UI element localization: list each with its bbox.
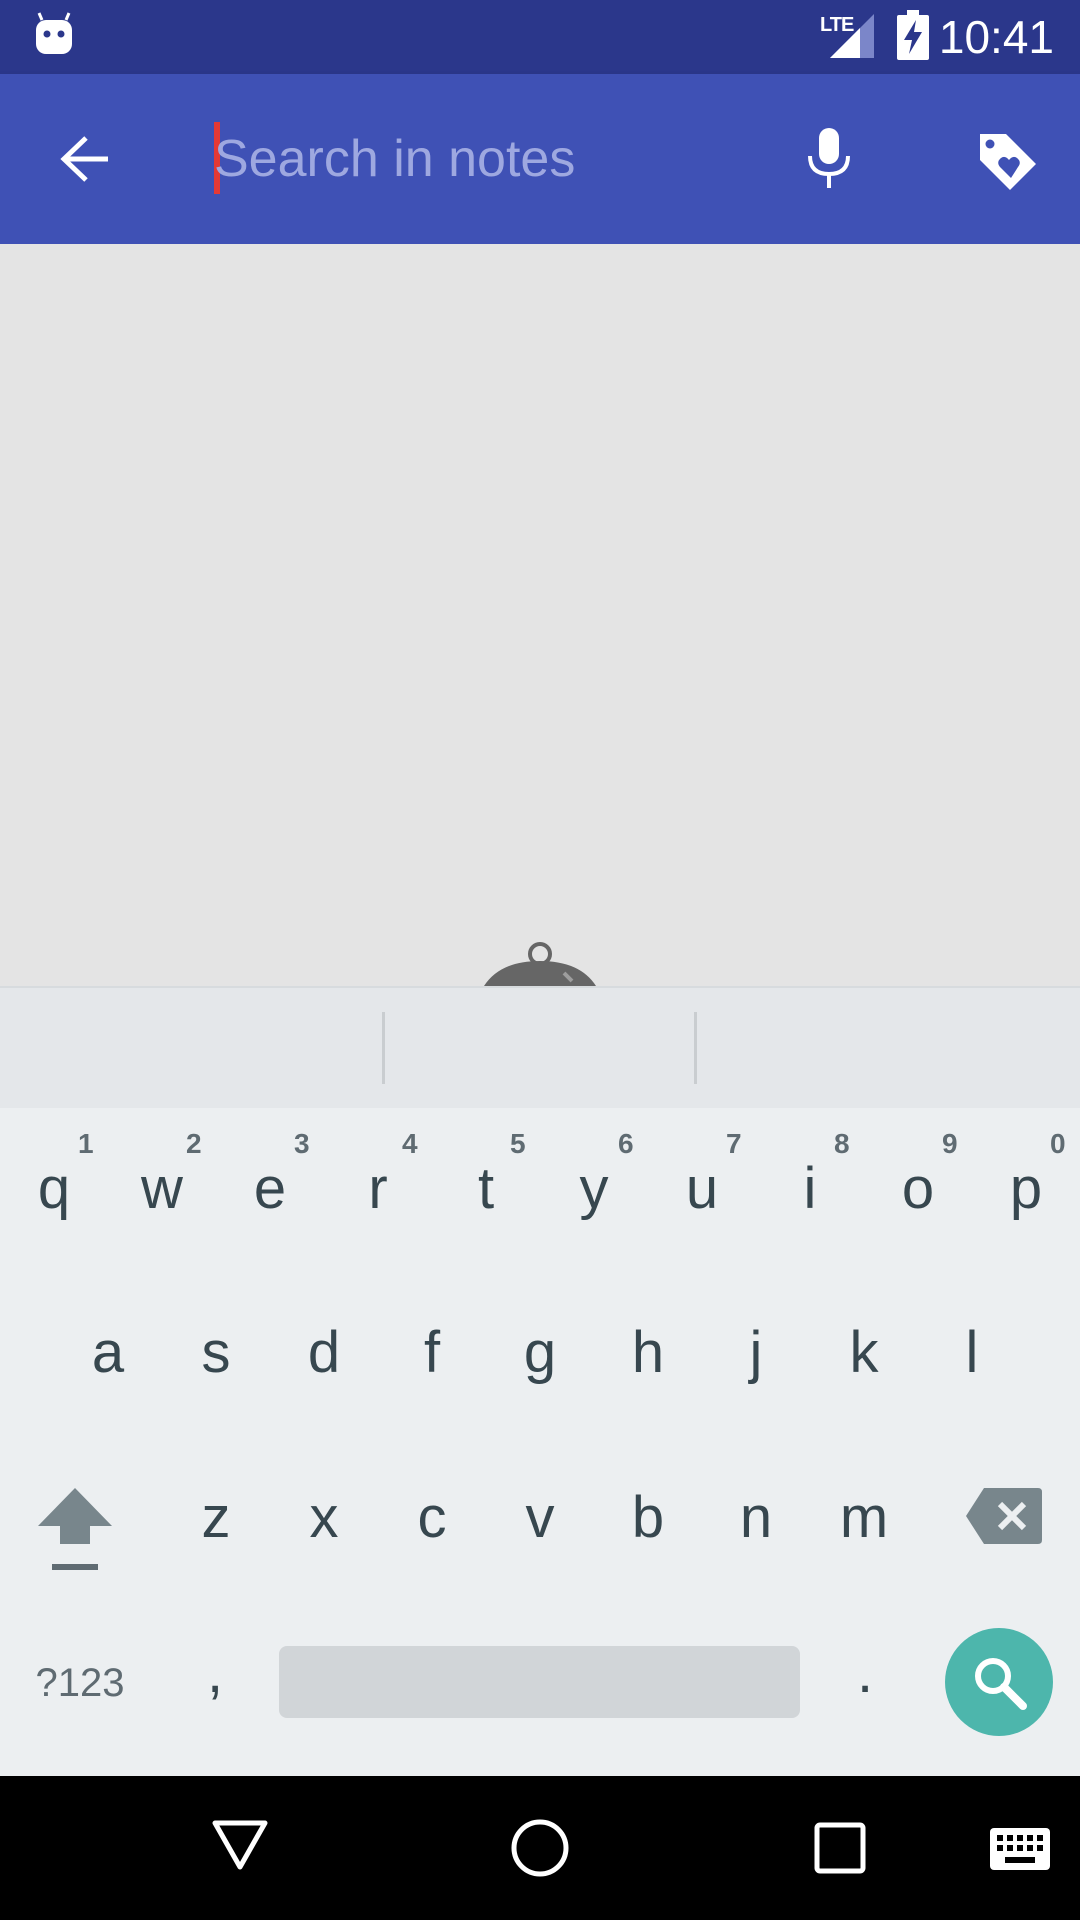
search-app-bar — [0, 74, 1080, 244]
back-arrow-icon[interactable] — [60, 134, 110, 184]
space-bar[interactable] — [279, 1646, 800, 1718]
comma-key[interactable]: , — [190, 1638, 240, 1708]
key-y[interactable]: y — [560, 1154, 628, 1224]
key-m[interactable]: m — [830, 1483, 898, 1553]
keyboard-switch-icon[interactable] — [990, 1828, 1050, 1870]
key-r[interactable]: r — [344, 1154, 412, 1224]
key-i[interactable]: i — [776, 1154, 844, 1224]
backspace-icon[interactable] — [966, 1488, 1042, 1544]
battery-charging-icon — [897, 10, 929, 60]
status-time: 10:41 — [938, 11, 1054, 63]
microphone-icon[interactable] — [804, 128, 854, 190]
back-triangle-icon[interactable] — [212, 1820, 268, 1870]
key-e[interactable]: e — [236, 1154, 304, 1224]
key-g[interactable]: g — [506, 1318, 574, 1388]
shift-icon[interactable] — [38, 1488, 112, 1574]
key-f[interactable]: f — [398, 1318, 466, 1388]
search-action-button[interactable] — [945, 1628, 1053, 1736]
navigation-bar — [0, 1776, 1080, 1920]
recents-square-icon[interactable] — [814, 1822, 866, 1874]
soft-keyboard: 1 2 3 4 5 6 7 8 9 0 q w e r t y u i o p … — [0, 986, 1080, 1776]
suggestion-strip — [0, 986, 1080, 1108]
key-t[interactable]: t — [452, 1154, 520, 1224]
key-k[interactable]: k — [830, 1318, 898, 1388]
android-notification-icon — [36, 12, 72, 54]
key-b[interactable]: b — [614, 1483, 682, 1553]
key-h[interactable]: h — [614, 1318, 682, 1388]
search-results-area — [0, 244, 1080, 986]
key-o[interactable]: o — [884, 1154, 952, 1224]
key-w[interactable]: w — [128, 1154, 196, 1224]
period-key[interactable]: . — [840, 1638, 890, 1708]
key-j[interactable]: j — [722, 1318, 790, 1388]
status-bar: LTE 10:41 — [0, 0, 1080, 74]
key-d[interactable]: d — [290, 1318, 358, 1388]
key-q[interactable]: q — [20, 1154, 88, 1224]
key-n[interactable]: n — [722, 1483, 790, 1553]
key-u[interactable]: u — [668, 1154, 736, 1224]
tag-heart-icon[interactable] — [976, 130, 1040, 194]
loading-indicator-icon — [484, 942, 596, 986]
search-icon — [975, 1658, 1027, 1710]
suggestion-divider — [382, 1012, 385, 1084]
home-circle-icon[interactable] — [510, 1818, 570, 1878]
suggestion-divider — [694, 1012, 697, 1084]
key-a[interactable]: a — [74, 1318, 142, 1388]
key-p[interactable]: p — [992, 1154, 1060, 1224]
key-z[interactable]: z — [182, 1483, 250, 1553]
key-x[interactable]: x — [290, 1483, 358, 1553]
signal-icon — [830, 14, 874, 58]
key-v[interactable]: v — [506, 1483, 574, 1553]
search-input[interactable] — [214, 124, 774, 194]
key-c[interactable]: c — [398, 1483, 466, 1553]
key-l[interactable]: l — [938, 1318, 1006, 1388]
key-s[interactable]: s — [182, 1318, 250, 1388]
symbols-key[interactable]: ?123 — [30, 1648, 130, 1718]
